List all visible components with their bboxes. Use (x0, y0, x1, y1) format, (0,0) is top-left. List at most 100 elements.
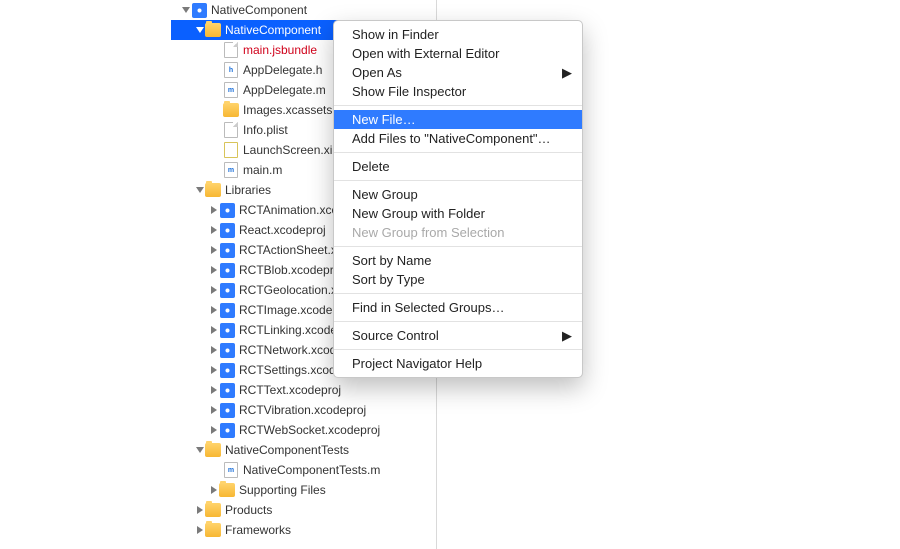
menu-open-external[interactable]: Open with External Editor (334, 44, 582, 63)
project-name: NativeComponent (211, 3, 307, 17)
menu-label: Source Control (352, 328, 439, 343)
library-project-row[interactable]: RCTVibration.xcodeproj (171, 400, 436, 420)
menu-label: Sort by Type (352, 272, 425, 287)
file-name: AppDelegate.h (243, 63, 322, 77)
chevron-right-icon[interactable] (209, 326, 219, 334)
menu-label: Show File Inspector (352, 84, 466, 99)
chevron-down-icon[interactable] (181, 6, 191, 14)
library-name: RCTText.xcodeproj (239, 383, 341, 397)
chevron-down-icon[interactable] (195, 446, 205, 454)
folder-icon (219, 482, 235, 498)
chevron-right-icon[interactable] (209, 426, 219, 434)
supporting-folder[interactable]: Supporting Files (171, 480, 436, 500)
menu-delete[interactable]: Delete (334, 157, 582, 176)
menu-label: Find in Selected Groups… (352, 300, 504, 315)
chevron-right-icon[interactable] (209, 406, 219, 414)
chevron-down-icon[interactable] (195, 26, 205, 34)
file-name: LaunchScreen.xib (243, 143, 339, 157)
chevron-right-icon[interactable] (209, 266, 219, 274)
products-folder[interactable]: Products (171, 500, 436, 520)
menu-separator (334, 349, 582, 350)
chevron-right-icon[interactable] (209, 366, 219, 374)
menu-new-file[interactable]: New File… (334, 110, 582, 129)
chevron-right-icon[interactable] (209, 486, 219, 494)
library-project-row[interactable]: RCTWebSocket.xcodeproj (171, 420, 436, 440)
menu-label: Delete (352, 159, 390, 174)
menu-add-files[interactable]: Add Files to "NativeComponent"… (334, 129, 582, 148)
folder-icon (205, 22, 221, 38)
library-name: RCTWebSocket.xcodeproj (239, 423, 380, 437)
chevron-right-icon: ▶ (562, 328, 572, 344)
menu-sort-name[interactable]: Sort by Name (334, 251, 582, 270)
folder-name: Libraries (225, 183, 271, 197)
chevron-right-icon[interactable] (209, 206, 219, 214)
folder-name: NativeComponentTests (225, 443, 349, 457)
menu-show-inspector[interactable]: Show File Inspector (334, 82, 582, 101)
folder-icon (205, 182, 221, 198)
menu-label: Show in Finder (352, 27, 439, 42)
menu-label: Open As (352, 65, 402, 80)
folder-name: Supporting Files (239, 483, 326, 497)
frameworks-folder[interactable]: Frameworks (171, 520, 436, 540)
file-name-missing: main.jsbundle (243, 43, 317, 57)
menu-separator (334, 152, 582, 153)
menu-label: New Group with Folder (352, 206, 485, 221)
impl-file-icon: m (223, 162, 239, 178)
tests-folder[interactable]: NativeComponentTests (171, 440, 436, 460)
chevron-right-icon: ▶ (562, 65, 572, 81)
xcodeproj-icon (219, 362, 235, 378)
menu-sort-type[interactable]: Sort by Type (334, 270, 582, 289)
impl-file-icon: m (223, 462, 239, 478)
chevron-right-icon[interactable] (209, 346, 219, 354)
chevron-right-icon[interactable] (195, 526, 205, 534)
xcodeproj-icon (219, 322, 235, 338)
xcodeproj-icon (219, 342, 235, 358)
chevron-right-icon[interactable] (209, 306, 219, 314)
menu-label: New Group (352, 187, 418, 202)
library-name: React.xcodeproj (239, 223, 326, 237)
xcodeproj-icon (219, 222, 235, 238)
plist-file-icon (223, 122, 239, 138)
library-name: RCTBlob.xcodeproj (239, 263, 343, 277)
menu-show-in-finder[interactable]: Show in Finder (334, 25, 582, 44)
library-project-row[interactable]: RCTText.xcodeproj (171, 380, 436, 400)
xcodeproj-icon (219, 422, 235, 438)
menu-find-in-groups[interactable]: Find in Selected Groups… (334, 298, 582, 317)
folder-name: Products (225, 503, 272, 517)
file-name: NativeComponentTests.m (243, 463, 380, 477)
xcodeproj-icon (219, 262, 235, 278)
folder-icon (205, 442, 221, 458)
menu-navigator-help[interactable]: Project Navigator Help (334, 354, 582, 373)
menu-separator (334, 105, 582, 106)
chevron-right-icon[interactable] (195, 506, 205, 514)
menu-new-group-folder[interactable]: New Group with Folder (334, 204, 582, 223)
chevron-right-icon[interactable] (209, 246, 219, 254)
menu-label: Add Files to "NativeComponent"… (352, 131, 551, 146)
file-name: Images.xcassets (243, 103, 332, 117)
menu-source-control[interactable]: Source Control ▶ (334, 326, 582, 345)
xcodeproj-icon (219, 382, 235, 398)
xcodeproj-icon (219, 402, 235, 418)
project-row[interactable]: NativeComponent (171, 0, 436, 20)
menu-separator (334, 293, 582, 294)
menu-label: Sort by Name (352, 253, 431, 268)
file-name: AppDelegate.m (243, 83, 326, 97)
menu-label: New Group from Selection (352, 225, 504, 240)
menu-open-as[interactable]: Open As ▶ (334, 63, 582, 82)
menu-label: Project Navigator Help (352, 356, 482, 371)
chevron-right-icon[interactable] (209, 226, 219, 234)
folder-icon (205, 522, 221, 538)
file-row[interactable]: m NativeComponentTests.m (171, 460, 436, 480)
folder-name: Frameworks (225, 523, 291, 537)
impl-file-icon: m (223, 82, 239, 98)
xcodeproj-icon (219, 302, 235, 318)
context-menu: Show in Finder Open with External Editor… (333, 20, 583, 378)
chevron-down-icon[interactable] (195, 186, 205, 194)
folder-icon (205, 502, 221, 518)
chevron-right-icon[interactable] (209, 286, 219, 294)
chevron-right-icon[interactable] (209, 386, 219, 394)
file-name: Info.plist (243, 123, 288, 137)
menu-new-group[interactable]: New Group (334, 185, 582, 204)
menu-separator (334, 246, 582, 247)
asset-catalog-icon (223, 102, 239, 118)
